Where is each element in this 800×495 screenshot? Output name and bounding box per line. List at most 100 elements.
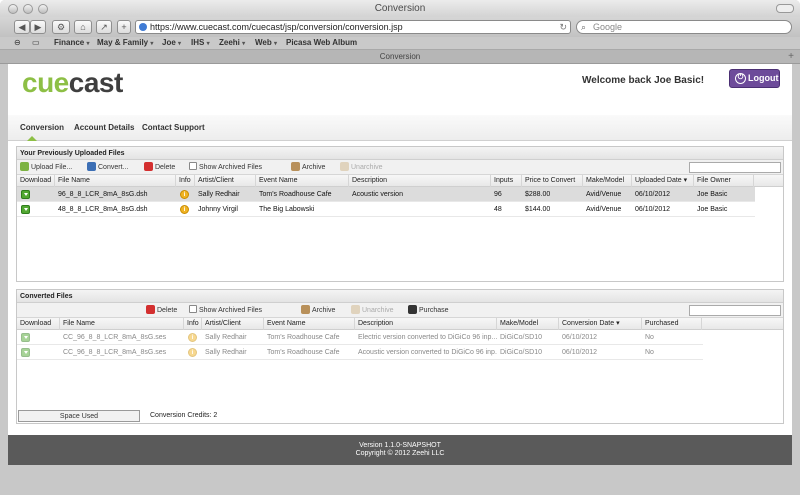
col-description[interactable]: Description bbox=[355, 318, 497, 330]
converted-delete-button[interactable]: Delete bbox=[146, 305, 177, 316]
home-icon[interactable]: ⌂ bbox=[74, 20, 92, 34]
col-download[interactable]: Download bbox=[17, 175, 55, 187]
artist-cell: Sally Redhair bbox=[205, 349, 247, 356]
uploaded-filter-input[interactable] bbox=[689, 162, 781, 173]
file-name-cell: 48_8_8_LCR_8mA_8sG.dsh bbox=[58, 206, 148, 213]
tab-account-details[interactable]: Account Details bbox=[74, 123, 134, 132]
info-icon[interactable]: i bbox=[188, 333, 197, 342]
download-cell[interactable] bbox=[17, 187, 55, 202]
bookmark-joe[interactable]: Joe ▾ bbox=[162, 38, 181, 47]
table-row[interactable]: 96_8_8_LCR_8mA_8sG.dsh i Sally Redhair T… bbox=[17, 187, 755, 202]
col-make-model[interactable]: Make/Model bbox=[497, 318, 559, 330]
col-uploaded-date[interactable]: Uploaded Date ▾ bbox=[632, 175, 694, 187]
converted-unarchive-button[interactable]: Unarchive bbox=[351, 305, 394, 316]
col-inputs[interactable]: Inputs bbox=[491, 175, 522, 187]
info-icon[interactable]: i bbox=[188, 348, 197, 357]
download-icon[interactable] bbox=[21, 333, 30, 342]
bookmark-zeehi[interactable]: Zeehi ▾ bbox=[219, 38, 245, 47]
toolbar-toggle-icon[interactable] bbox=[776, 4, 794, 13]
col-event[interactable]: Event Name bbox=[264, 318, 355, 330]
table-row[interactable]: 48_8_8_LCR_8mA_8sG.dsh i Johnny Virgil T… bbox=[17, 202, 755, 217]
download-cell[interactable] bbox=[17, 202, 55, 217]
bookmark-may-family[interactable]: May & Family ▾ bbox=[97, 38, 153, 47]
description-cell bbox=[349, 202, 491, 217]
col-price[interactable]: Price to Convert bbox=[522, 175, 583, 187]
purchase-icon bbox=[408, 305, 417, 314]
col-info[interactable]: Info bbox=[184, 318, 202, 330]
archive-icon bbox=[291, 162, 300, 171]
download-icon[interactable] bbox=[21, 190, 30, 199]
tab-conversion[interactable]: Conversion bbox=[20, 123, 64, 132]
status-bar: Space Used Conversion Credits: 2 bbox=[8, 408, 792, 425]
new-tab-icon[interactable]: + bbox=[117, 20, 131, 34]
col-conversion-date[interactable]: Conversion Date ▾ bbox=[559, 318, 642, 330]
minimize-window-icon[interactable] bbox=[23, 4, 33, 14]
bookmarks-icon[interactable]: ▭ bbox=[32, 38, 40, 47]
bookmark-finance[interactable]: Finance ▾ bbox=[54, 38, 89, 47]
archive-button[interactable]: Archive bbox=[291, 162, 325, 173]
info-cell[interactable]: i bbox=[184, 330, 202, 345]
delete-button[interactable]: Delete bbox=[144, 162, 175, 173]
zoom-window-icon[interactable] bbox=[38, 4, 48, 14]
sort-desc-icon: ▾ bbox=[683, 177, 688, 184]
download-cell[interactable] bbox=[17, 345, 60, 360]
converted-show-archived-checkbox[interactable]: Show Archived Files bbox=[189, 305, 262, 316]
upload-file-button[interactable]: Upload File... bbox=[20, 162, 72, 173]
search-input[interactable]: ⌕ Google bbox=[576, 20, 792, 34]
col-file-name[interactable]: File Name bbox=[60, 318, 184, 330]
uploaded-table-header: Download File Name Info Artist/Client Ev… bbox=[17, 175, 783, 187]
col-file-owner[interactable]: File Owner bbox=[694, 175, 754, 187]
info-icon[interactable]: i bbox=[180, 190, 189, 199]
copyright-text: Copyright © 2012 Zeehi LLC bbox=[355, 450, 445, 457]
col-artist[interactable]: Artist/Client bbox=[202, 318, 264, 330]
download-cell[interactable] bbox=[17, 330, 60, 345]
cuecast-logo[interactable]: cuecast bbox=[22, 67, 123, 99]
logout-button[interactable]: ⏻ Logout bbox=[729, 69, 780, 88]
download-icon[interactable] bbox=[21, 348, 30, 357]
col-artist[interactable]: Artist/Client bbox=[195, 175, 256, 187]
table-row[interactable]: CC_96_8_8_LCR_8mA_8sG.ses i Sally Redhai… bbox=[17, 345, 703, 360]
tools-icon[interactable]: ⚙ bbox=[52, 20, 70, 34]
close-window-icon[interactable] bbox=[8, 4, 18, 14]
bookmark-picasa[interactable]: Picasa Web Album bbox=[286, 38, 357, 47]
artist-cell: Johnny Virgil bbox=[198, 206, 238, 213]
browser-tab[interactable]: Conversion bbox=[0, 50, 800, 63]
address-bar[interactable]: https://www.cuecast.com/cuecast/jsp/conv… bbox=[135, 20, 571, 34]
checkbox-icon bbox=[189, 305, 197, 313]
col-make-model[interactable]: Make/Model bbox=[583, 175, 632, 187]
share-icon[interactable]: ↗ bbox=[96, 20, 112, 34]
tab-contact-support[interactable]: Contact Support bbox=[142, 123, 205, 132]
reading-list-icon[interactable]: ⊖ bbox=[14, 38, 21, 47]
col-file-name[interactable]: File Name bbox=[55, 175, 176, 187]
bookmark-ihs[interactable]: IHS ▾ bbox=[191, 38, 210, 47]
address-text: https://www.cuecast.com/cuecast/jsp/conv… bbox=[150, 22, 403, 32]
add-tab-icon[interactable]: + bbox=[788, 50, 794, 63]
window-titlebar: Conversion bbox=[0, 0, 800, 17]
forward-icon[interactable]: ▶ bbox=[30, 20, 46, 34]
unarchive-button[interactable]: Unarchive bbox=[340, 162, 383, 173]
col-description[interactable]: Description bbox=[349, 175, 491, 187]
show-archived-checkbox[interactable]: Show Archived Files bbox=[189, 162, 262, 173]
purchase-button[interactable]: Purchase bbox=[408, 305, 449, 316]
info-cell[interactable]: i bbox=[184, 345, 202, 360]
converted-filter-input[interactable] bbox=[689, 305, 781, 316]
bookmarks-bar: ⊖ ▭ Finance ▾ May & Family ▾ Joe ▾ IHS ▾… bbox=[0, 37, 800, 50]
bookmark-web[interactable]: Web ▾ bbox=[255, 38, 277, 47]
reload-icon[interactable]: ↻ bbox=[559, 21, 567, 33]
back-icon[interactable]: ◀ bbox=[14, 20, 30, 34]
info-icon[interactable]: i bbox=[180, 205, 189, 214]
uploaded-date-cell: 06/10/2012 bbox=[635, 191, 671, 198]
col-info[interactable]: Info bbox=[176, 175, 195, 187]
table-row[interactable]: CC_96_8_8_LCR_8mA_8sG.ses i Sally Redhai… bbox=[17, 330, 703, 345]
col-purchased[interactable]: Purchased bbox=[642, 318, 702, 330]
convert-button[interactable]: Convert... bbox=[87, 162, 128, 173]
col-download[interactable]: Download bbox=[17, 318, 60, 330]
purchased-cell: No bbox=[645, 349, 654, 356]
description-cell: Acoustic version bbox=[352, 191, 403, 198]
col-event[interactable]: Event Name bbox=[256, 175, 349, 187]
info-cell[interactable]: i bbox=[176, 202, 195, 217]
converted-archive-button[interactable]: Archive bbox=[301, 305, 335, 316]
info-cell[interactable]: i bbox=[176, 187, 195, 202]
download-icon[interactable] bbox=[21, 205, 30, 214]
event-cell: The Big Labowski bbox=[259, 206, 315, 213]
